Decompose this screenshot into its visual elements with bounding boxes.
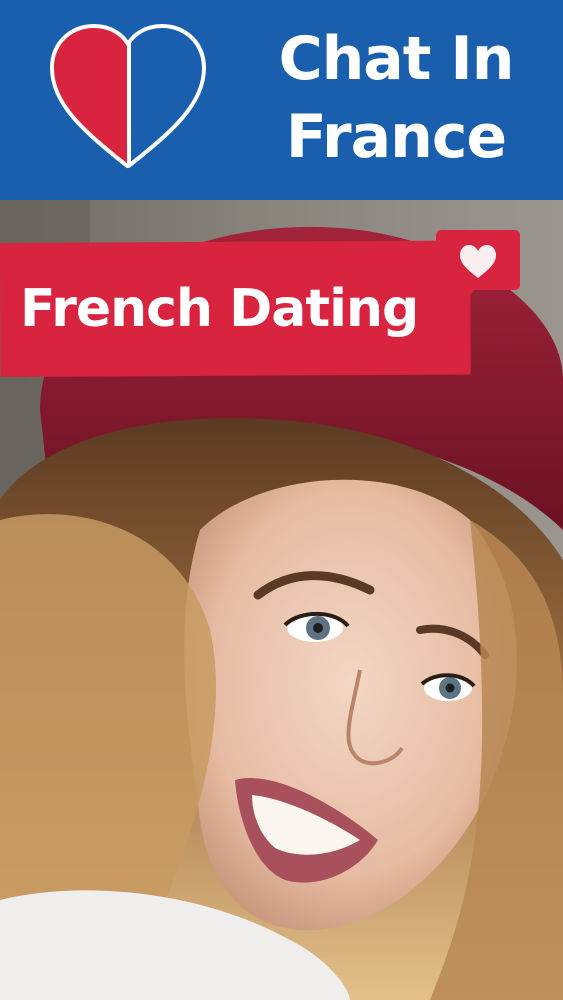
heart-logo-icon bbox=[50, 24, 206, 168]
app-title: Chat In France bbox=[278, 24, 515, 172]
tagline-text: French Dating bbox=[20, 279, 419, 339]
header-bar: Chat In France bbox=[0, 0, 563, 200]
heart-chat-bubble-icon bbox=[436, 230, 520, 308]
